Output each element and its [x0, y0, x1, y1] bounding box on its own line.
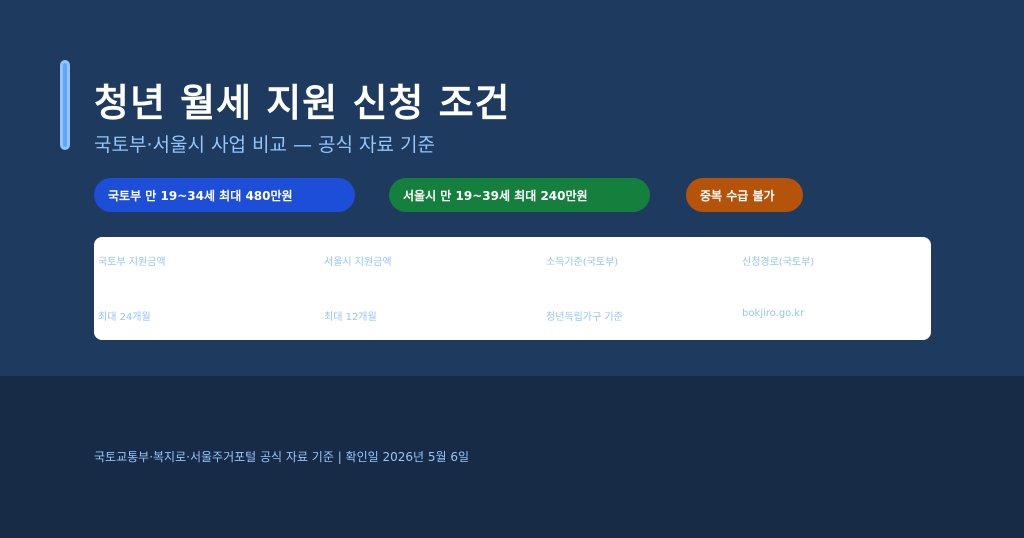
table-cell-application-link[interactable]: bokjiro.go.kr	[742, 308, 804, 319]
seoul-program-badge: 서울시 만 19~39세 최대 240만원	[389, 178, 650, 212]
title-accent-bar	[60, 60, 70, 150]
table-header-income-criteria: 소득기준(국토부)	[546, 257, 619, 268]
national-program-badge: 국토부 만 19~34세 최대 480만원	[94, 178, 355, 212]
table-cell-income-basis: 청년독립가구 기준	[546, 312, 623, 323]
source-footer: 국토교통부·복지로·서울주거포털 공식 자료 기준 | 확인일 2026년 5월…	[94, 450, 470, 464]
table-cell-national-duration: 최대 24개월	[98, 312, 151, 323]
table-header-seoul-amount: 서울시 지원금액	[324, 257, 392, 268]
table-header-national-amount: 국토부 지원금액	[98, 257, 166, 268]
table-cell-seoul-duration: 최대 12개월	[324, 312, 377, 323]
comparison-table: 국토부 지원금액 서울시 지원금액 소득기준(국토부) 신청경로(국토부) 최대…	[94, 237, 931, 340]
page-subtitle: 국토부·서울시 사업 비교 — 공식 자료 기준	[94, 134, 435, 156]
table-header-application-route: 신청경로(국토부)	[742, 257, 815, 268]
duplicate-benefit-badge: 중복 수급 불가	[686, 178, 803, 212]
page-title: 청년 월세 지원 신청 조건	[94, 81, 511, 125]
